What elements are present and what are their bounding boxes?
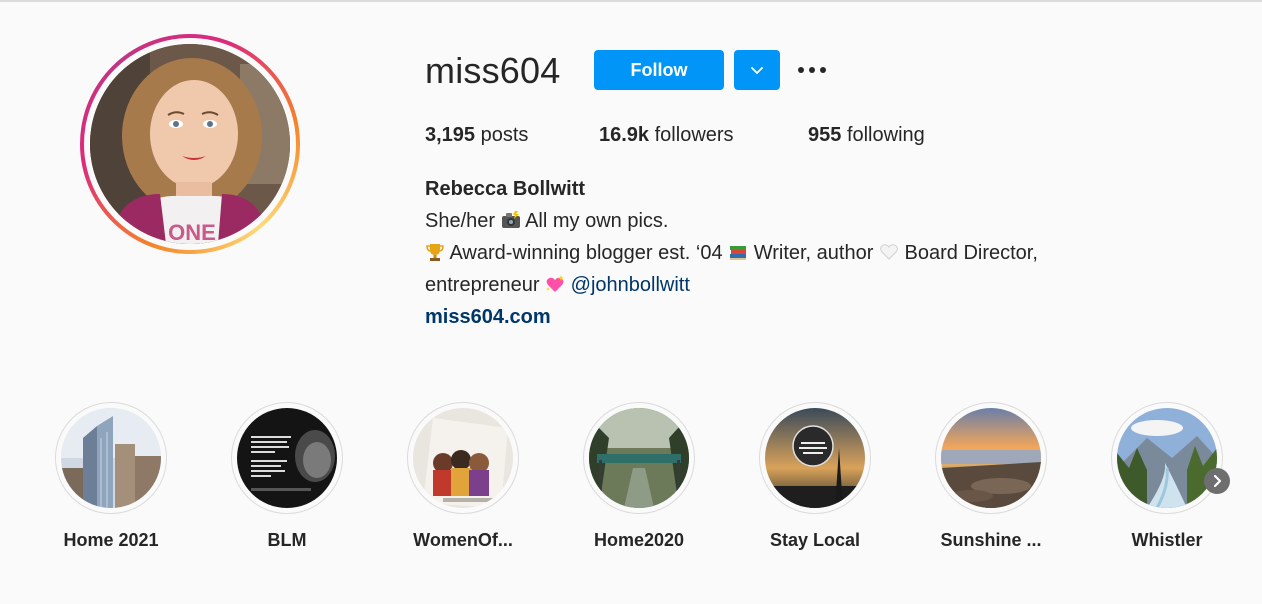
highlight-cover-image (61, 408, 161, 508)
bio-line-2: Award-winning blogger est. ‘04 Writer, a… (425, 242, 1038, 265)
highlight-cover-image (765, 408, 865, 508)
highlight-womenof[interactable] (407, 402, 519, 514)
following-count: 955 (808, 124, 842, 146)
following-label: following (846, 124, 925, 146)
camera-flash-icon (501, 211, 520, 228)
bio-mention-link[interactable]: @johnbollwitt (571, 274, 690, 296)
highlight-cover-image (589, 408, 689, 508)
bio-text-own-pics: All my own pics. (525, 210, 669, 232)
highlight-sunshine[interactable] (935, 402, 1047, 514)
bio-line-1: She/her All my own pics. (425, 210, 668, 233)
highlight-cover-image (1117, 408, 1217, 508)
bio-text-entrepreneur: entrepreneur (425, 274, 540, 296)
trophy-icon (426, 244, 444, 261)
highlight-home2020[interactable] (583, 402, 695, 514)
highlight-label: Whistler (1131, 530, 1203, 550)
follow-button[interactable]: Follow (594, 50, 724, 90)
highlight-cover-image (237, 408, 337, 508)
more-options-button[interactable] (792, 58, 832, 82)
bio-pronouns: She/her (425, 210, 496, 232)
followers-count: 16.9k (599, 124, 650, 146)
highlight-stay-local[interactable] (759, 402, 871, 514)
followers-label: followers (654, 124, 734, 146)
bio-text-writer: Writer, author (753, 242, 874, 264)
following-stat[interactable]: 955 following (808, 124, 925, 147)
highlight-label: WomenOf... (413, 530, 513, 550)
posts-label: posts (480, 124, 529, 146)
posts-count: 3,195 (425, 124, 476, 146)
top-border (0, 0, 1262, 2)
books-icon (730, 246, 747, 260)
highlight-cover-image (941, 408, 1041, 508)
posts-stat: 3,195 posts (425, 124, 528, 147)
profile-full-name: Rebecca Bollwitt (425, 178, 586, 200)
highlight-label: BLM (267, 530, 307, 550)
highlight-label: Sunshine ... (940, 530, 1042, 550)
followers-stat[interactable]: 16.9k followers (599, 124, 734, 147)
bio-line-3: entrepreneur @johnbollwitt (425, 274, 690, 297)
ellipsis-icon (798, 67, 826, 73)
bio-text-blogger: Award-winning blogger est. ‘04 (449, 242, 723, 264)
profile-avatar: ONE (90, 44, 290, 244)
highlight-label: Home 2021 (63, 530, 159, 550)
svg-text:ONE: ONE (168, 220, 216, 244)
website-link[interactable]: miss604.com (425, 306, 551, 329)
avatar-photo-illustration: ONE (90, 44, 290, 244)
highlight-whistler[interactable] (1111, 402, 1223, 514)
highlight-home-2021[interactable] (55, 402, 167, 514)
highlight-blm[interactable] (231, 402, 343, 514)
highlight-label: Stay Local (769, 530, 861, 550)
highlight-cover-image (413, 408, 513, 508)
highlights-next-button[interactable] (1204, 468, 1230, 494)
sparkling-heart-icon (546, 275, 565, 292)
white-heart-icon (880, 244, 898, 260)
chevron-down-icon (751, 67, 763, 74)
bio-text-board-director: Board Director, (904, 242, 1038, 264)
profile-username: miss604 (425, 50, 561, 91)
highlight-label: Home2020 (593, 530, 685, 550)
profile-avatar-story-ring[interactable]: ONE (80, 34, 300, 254)
suggested-accounts-dropdown-button[interactable] (734, 50, 780, 90)
chevron-right-icon (1213, 474, 1222, 488)
